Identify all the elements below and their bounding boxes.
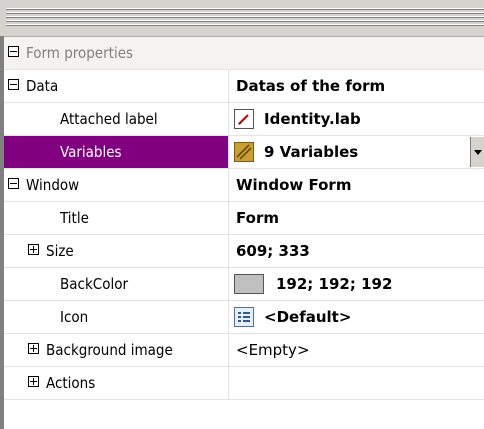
property-panel-titlebar[interactable]	[0, 0, 484, 37]
property-value: Form	[236, 209, 279, 227]
expand-icon[interactable]	[28, 244, 39, 255]
variables-dropdown-button[interactable]	[470, 137, 484, 167]
expand-icon[interactable]	[28, 343, 39, 354]
property-actions[interactable]: Actions	[4, 367, 484, 400]
property-value: 609; 333	[236, 242, 310, 260]
property-variables[interactable]: Variables 9 Variables	[4, 136, 484, 169]
expand-icon[interactable]	[28, 376, 39, 387]
property-name: Attached label	[60, 110, 158, 128]
property-name: Actions	[46, 374, 96, 392]
default-form-icon	[234, 307, 254, 327]
titlebar-grip[interactable]	[6, 8, 484, 28]
color-swatch	[234, 274, 264, 294]
property-name: Variables	[60, 143, 122, 161]
category-data-label: Data	[26, 77, 59, 95]
category-title: Form properties	[26, 44, 134, 62]
variables-icon	[234, 142, 254, 162]
property-name: BackColor	[60, 275, 128, 293]
label-file-icon	[234, 109, 254, 129]
property-backcolor[interactable]: BackColor 192; 192; 192	[4, 268, 484, 301]
collapse-icon[interactable]	[8, 46, 19, 57]
property-value: <Default>	[264, 308, 352, 326]
property-value: 9 Variables	[264, 143, 359, 161]
property-grid: Form properties Data Datas of the form A…	[4, 37, 484, 400]
property-attached-label[interactable]: Attached label Identity.lab	[4, 103, 484, 136]
collapse-icon[interactable]	[8, 178, 19, 189]
property-background-image[interactable]: Background image <Empty>	[4, 334, 484, 367]
category-data-value: Datas of the form	[236, 77, 386, 95]
property-icon[interactable]: Icon <Default>	[4, 301, 484, 334]
category-form-properties[interactable]: Form properties	[4, 37, 484, 70]
property-name: Background image	[46, 341, 173, 359]
category-window[interactable]: Window Window Form	[4, 169, 484, 202]
category-window-value: Window Form	[236, 176, 352, 194]
collapse-icon[interactable]	[8, 79, 19, 90]
property-title[interactable]: Title Form	[4, 202, 484, 235]
category-window-label: Window	[26, 176, 80, 194]
property-name: Size	[46, 242, 74, 260]
property-name: Title	[60, 209, 89, 227]
property-value: 192; 192; 192	[276, 275, 393, 293]
category-data[interactable]: Data Datas of the form	[4, 70, 484, 103]
property-size[interactable]: Size 609; 333	[4, 235, 484, 268]
property-value: Identity.lab	[264, 110, 361, 128]
property-value: <Empty>	[236, 341, 310, 359]
property-name: Icon	[60, 308, 89, 326]
